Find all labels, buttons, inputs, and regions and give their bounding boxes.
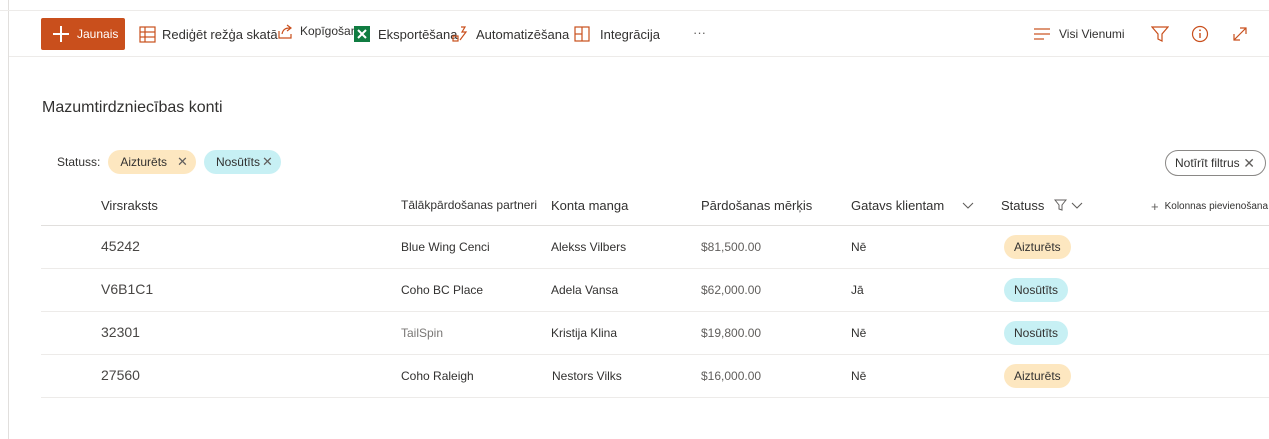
cell-partner: Blue Wing Cenci — [401, 240, 490, 254]
more-actions-button[interactable]: ··· — [693, 20, 706, 44]
clear-filters-label: Notīrīt filtrus — [1175, 156, 1240, 170]
expand-icon — [1233, 27, 1247, 41]
close-icon[interactable]: ✕ — [177, 154, 188, 170]
list-view-icon — [1034, 28, 1050, 40]
new-button-label: Jaunais — [77, 27, 119, 41]
cell-title[interactable]: 27560 — [101, 367, 140, 383]
cell-partner: Coho BC Place — [401, 283, 484, 297]
excel-icon — [354, 26, 370, 42]
column-header-ready[interactable]: Gatavs klientam — [851, 198, 974, 213]
cell-manager: Kristija Klina — [551, 326, 618, 340]
app-frame-border — [8, 0, 9, 439]
expand-button[interactable] — [1231, 22, 1249, 46]
export-label: Eksportēšana — [378, 26, 458, 42]
clear-filters-button[interactable]: Notīrīt filtrus ✕ — [1165, 150, 1266, 176]
column-header-manager[interactable]: Konta manga — [551, 198, 628, 213]
table-row[interactable]: V6B1C1 Coho BC Place Adela Vansa $62,000… — [41, 269, 1269, 312]
filter-pill-held[interactable]: Aizturēts ✕ — [108, 150, 196, 174]
integrate-icon — [574, 26, 590, 42]
edit-grid-button[interactable]: Rediģēt režģa skatā — [139, 22, 278, 46]
edit-grid-label: Rediģēt režģa skatā — [162, 26, 278, 42]
grid-header: Virsraksts Tālākpārdošanas partneri Kont… — [41, 186, 1269, 226]
cell-target: $16,000.00 — [701, 369, 762, 383]
cell-ready: Nē — [851, 369, 867, 383]
cell-title[interactable]: V6B1C1 — [101, 281, 153, 297]
chevron-down-icon — [1071, 202, 1083, 209]
more-icon: ··· — [693, 24, 706, 40]
filter-button[interactable] — [1151, 22, 1169, 46]
status-badge: Nosūtīts — [1004, 278, 1069, 302]
new-button[interactable]: Jaunais — [41, 18, 125, 50]
filter-bar: Statuss: Aizturēts ✕ Nosūtīts ✕ — [57, 150, 281, 174]
automate-button[interactable]: Automatizēšana — [452, 22, 569, 46]
filter-pill-sent[interactable]: Nosūtīts ✕ — [203, 150, 281, 174]
column-header-title[interactable]: Virsraksts — [101, 198, 158, 213]
add-column-button[interactable]: + Kolonnas pievienošana — [1151, 199, 1268, 214]
list-grid: Virsraksts Tālākpārdošanas partneri Kont… — [41, 186, 1269, 398]
column-header-label: Pārdošanas mērķis — [701, 198, 813, 213]
table-row[interactable]: 27560 Coho Raleigh Nestors Vilks $16,000… — [41, 355, 1269, 398]
cell-ready: Nē — [851, 240, 867, 254]
chevron-down-icon — [962, 202, 974, 209]
cell-ready: Nē — [851, 326, 867, 340]
status-badge: Aizturēts — [1004, 364, 1071, 388]
status-badge: Nosūtīts — [1004, 321, 1069, 345]
automate-icon — [452, 26, 468, 42]
automate-label: Automatizēšana — [476, 26, 570, 42]
cell-target: $19,800.00 — [701, 326, 762, 340]
cell-manager: Nestors Vilks — [552, 369, 622, 383]
cell-target: $81,500.00 — [701, 240, 762, 254]
close-icon[interactable]: ✕ — [262, 154, 273, 170]
integrate-label: Integrācija — [600, 26, 660, 42]
integrate-button[interactable]: Integrācija — [574, 22, 660, 46]
cell-partner: TailSpin — [401, 326, 444, 340]
column-header-status[interactable]: Statuss — [1001, 198, 1083, 213]
filter-icon — [1054, 199, 1068, 211]
table-row[interactable]: 32301 TailSpin Kristija Klina $19,800.00… — [41, 312, 1269, 355]
status-badge: Aizturēts — [1004, 235, 1071, 259]
view-switcher[interactable]: Visi Vienumi — [1033, 22, 1125, 46]
column-header-label: Statuss — [1001, 198, 1045, 213]
column-header-label: Tālākpārdošanas partneri — [401, 198, 538, 212]
close-icon: ✕ — [1243, 155, 1255, 171]
share-icon — [278, 24, 292, 39]
cell-ready: Jā — [851, 283, 864, 297]
filter-label: Statuss: — [57, 155, 101, 169]
column-header-label: Konta manga — [551, 198, 629, 213]
filter-pill-label: Aizturēts — [120, 155, 168, 169]
view-switcher-label: Visi Vienumi — [1059, 27, 1125, 41]
list-title: Mazumtirdzniecības konti — [42, 99, 223, 116]
column-header-target[interactable]: Pārdošanas mērķis — [701, 198, 812, 213]
plus-icon — [53, 26, 69, 42]
table-row[interactable]: 45242 Blue Wing Cenci Alekss Vilbers $81… — [41, 226, 1269, 269]
column-header-label: Virsraksts — [101, 198, 158, 213]
cell-manager: Adela Vansa — [551, 283, 619, 297]
plus-icon: + — [1151, 199, 1159, 214]
filter-icon — [1151, 26, 1169, 42]
column-header-label: Gatavs klientam — [851, 198, 945, 213]
export-button[interactable]: Eksportēšana — [354, 22, 458, 46]
filter-pill-label: Nosūtīts — [215, 155, 260, 169]
cell-partner: Coho Raleigh — [401, 369, 474, 383]
cell-manager: Alekss Vilbers — [551, 240, 627, 254]
command-bar: Jaunais Rediģēt režģa skatā Kopīgošana E… — [9, 11, 1269, 57]
cell-target: $62,000.00 — [701, 283, 762, 297]
cell-title[interactable]: 32301 — [101, 324, 140, 340]
add-column-label: Kolonnas pievienošana — [1164, 201, 1269, 212]
info-button[interactable] — [1191, 22, 1209, 46]
column-header-partner[interactable]: Tālākpārdošanas partneri — [401, 198, 537, 212]
grid-icon — [139, 25, 156, 43]
info-icon — [1191, 25, 1209, 43]
cell-title[interactable]: 45242 — [101, 238, 140, 254]
share-button[interactable]: Kopīgošana — [277, 19, 364, 43]
